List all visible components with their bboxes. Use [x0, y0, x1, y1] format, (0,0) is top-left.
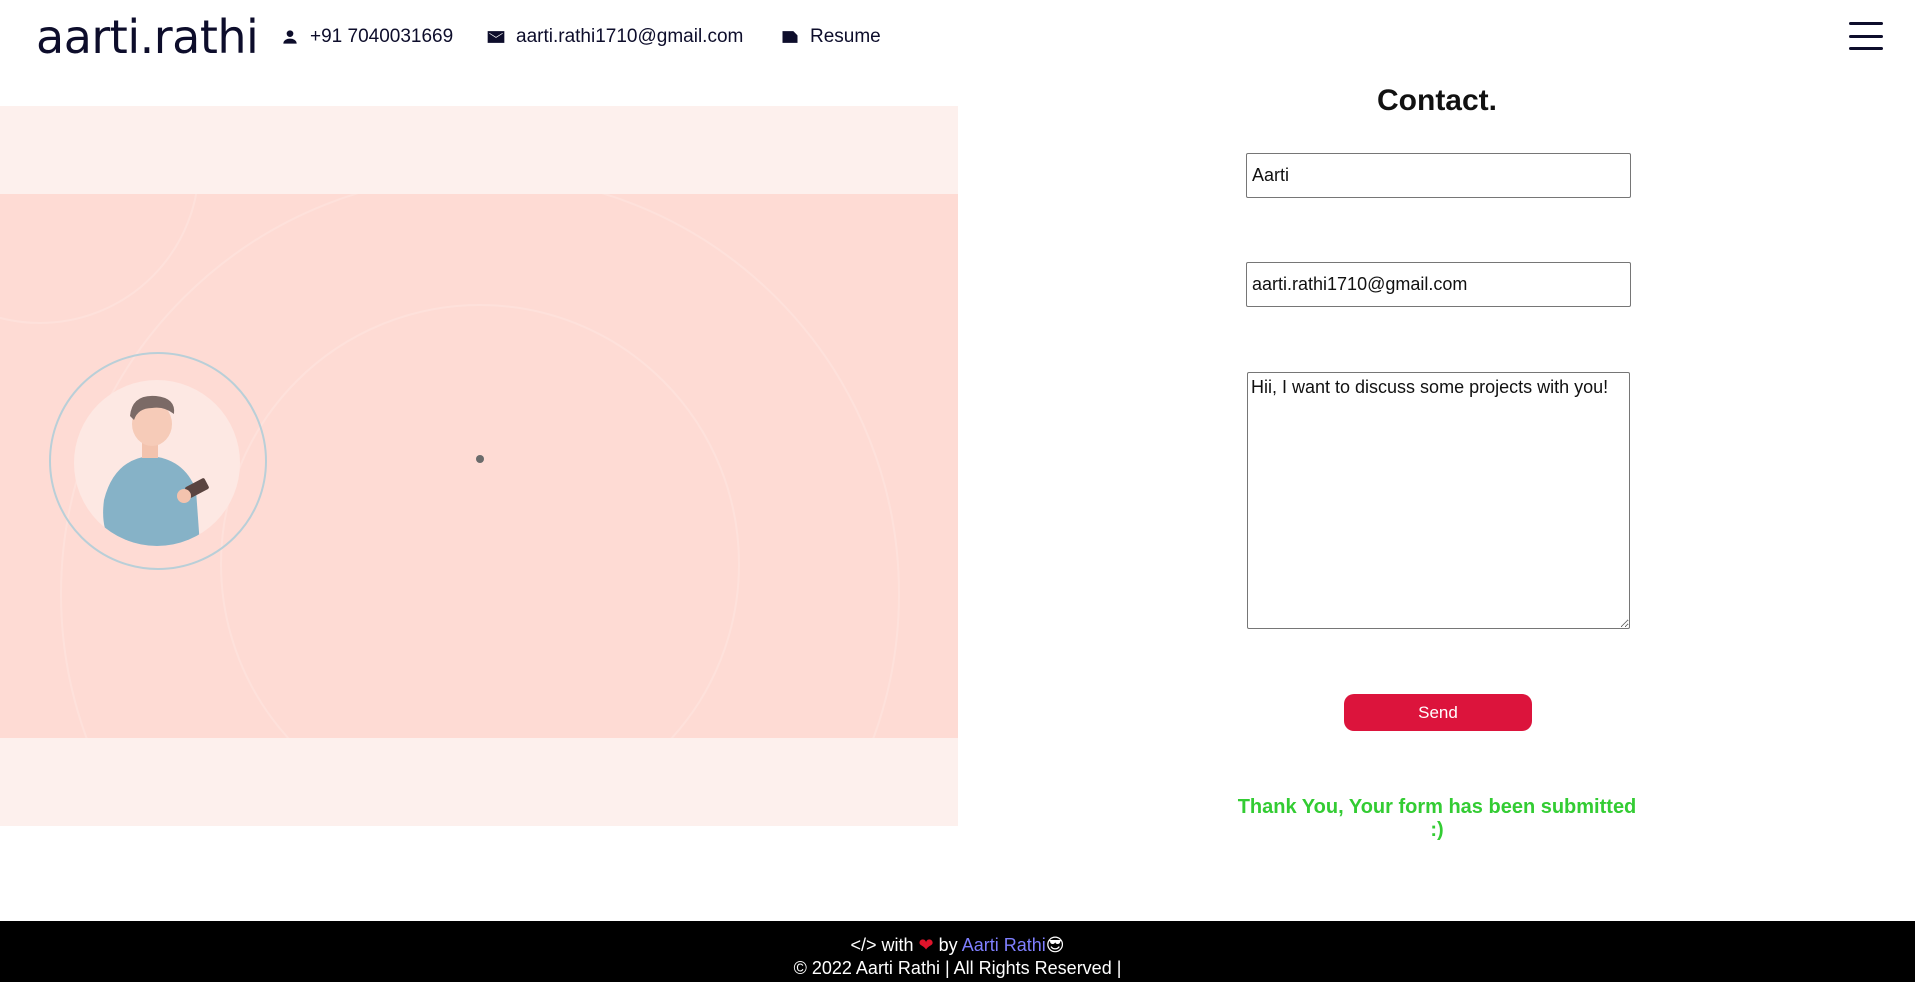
top-navbar: aarti.rathi +91 7040031669 aarti.rathi17…	[0, 0, 1915, 74]
resume-link[interactable]: Resume	[780, 24, 881, 50]
send-button[interactable]: Send	[1344, 694, 1532, 731]
person-illustration-icon	[103, 395, 209, 546]
name-input[interactable]	[1246, 153, 1631, 198]
footer: </> with ❤ by Aarti Rathi😎 © 2022 Aarti …	[0, 921, 1915, 982]
menu-bar	[1849, 22, 1883, 25]
contact-title: Contact.	[1377, 84, 1497, 117]
message-textarea[interactable]: Hii, I want to discuss some projects wit…	[1247, 372, 1630, 629]
loader-dot	[476, 455, 484, 463]
decorative-ring	[0, 194, 200, 324]
email-input[interactable]	[1246, 262, 1631, 307]
sunglasses-emoji-icon: 😎	[1045, 935, 1065, 955]
phone-number: +91 7040031669	[310, 26, 454, 47]
hamburger-menu-icon[interactable]	[1849, 20, 1883, 52]
brand-logo[interactable]: aarti.rathi	[36, 10, 259, 64]
email-link[interactable]: aarti.rathi1710@gmail.com	[486, 24, 743, 50]
copyright-text: © 2022 Aarti Rathi | All Rights Reserved…	[793, 958, 1122, 978]
contact-illustration	[0, 106, 958, 826]
form-success-message: Thank You, Your form has been submitted …	[1237, 796, 1637, 841]
menu-bar	[1849, 47, 1883, 50]
footer-credit: </> with ❤ by Aarti Rathi😎	[0, 935, 1915, 956]
label-icon	[782, 31, 798, 43]
resume-label: Resume	[810, 26, 881, 47]
email-address: aarti.rathi1710@gmail.com	[516, 26, 744, 47]
person-icon	[283, 30, 297, 44]
author-link[interactable]: Aarti Rathi	[962, 935, 1046, 955]
avatar	[74, 380, 240, 546]
mail-icon	[487, 31, 505, 43]
by-text: by	[938, 935, 958, 955]
phone-link[interactable]: +91 7040031669	[280, 24, 453, 50]
heart-icon: ❤	[918, 935, 934, 955]
menu-bar	[1849, 34, 1883, 38]
code-symbol-text: </> with	[850, 935, 914, 955]
